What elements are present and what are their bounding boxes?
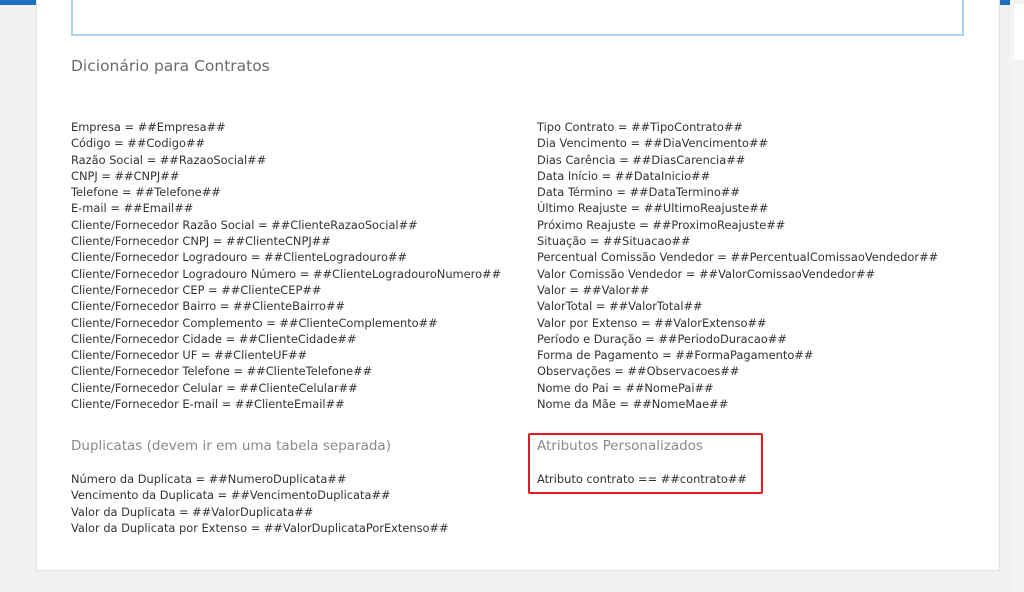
duplicata-field-item: Valor da Duplicata = ##ValorDuplicata## (71, 504, 314, 519)
field-item: Telefone = ##Telefone## (71, 185, 221, 200)
field-item: Cliente/Fornecedor Telefone = ##ClienteT… (71, 364, 373, 379)
field-item: E-mail = ##Email## (71, 201, 194, 216)
page-title: Dicionário para Contratos (71, 57, 270, 75)
field-item: Razão Social = ##RazaoSocial## (71, 152, 267, 167)
field-item: CNPJ = ##CNPJ## (71, 168, 180, 183)
field-item: Situação = ##Situacao## (537, 234, 691, 249)
field-item: Empresa = ##Empresa## (71, 120, 226, 134)
page-scrollbar-thumb[interactable] (1014, 4, 1024, 60)
field-item: Dias Carência = ##DiasCarencia## (537, 152, 746, 167)
duplicata-field-item: Valor da Duplicata por Extenso = ##Valor… (71, 520, 449, 535)
field-item: Cliente/Fornecedor CEP = ##ClienteCEP## (71, 282, 322, 297)
field-item: Dia Vencimento = ##DiaVencimento## (537, 136, 769, 151)
field-item: Valor = ##Valor## (537, 282, 650, 297)
field-item: Último Reajuste = ##UltimoReajuste## (537, 201, 769, 216)
field-item: Código = ##Codigo## (71, 136, 205, 151)
field-item: Valor por Extenso = ##ValorExtenso## (537, 315, 767, 330)
field-item: Período e Duração = ##PeriodoDuracao## (537, 331, 787, 346)
field-item: Forma de Pagamento = ##FormaPagamento## (537, 348, 814, 363)
field-item: Cliente/Fornecedor Logradouro = ##Client… (71, 250, 408, 265)
page-scrollbar-track[interactable] (1010, 0, 1024, 592)
atributos-heading: Atributos Personalizados (537, 438, 703, 454)
atributos-fields: Atributo contrato == ##contrato## (537, 471, 747, 487)
field-item: Nome da Mãe = ##NomeMae## (537, 397, 729, 412)
contract-fields-right: Tipo Contrato = ##TipoContrato## Dia Venc… (537, 119, 938, 412)
atributo-field-item: Atributo contrato == ##contrato## (537, 472, 747, 486)
field-item: Observações = ##Observacoes## (537, 364, 740, 379)
field-item: Cliente/Fornecedor UF = ##ClienteUF## (71, 348, 308, 363)
duplicata-field-item: Número da Duplicata = ##NumeroDuplicata#… (71, 472, 347, 486)
field-item: Valor Comissão Vendedor = ##ValorComissa… (537, 266, 876, 281)
field-item: Cliente/Fornecedor Cidade = ##ClienteCid… (71, 331, 357, 346)
duplicatas-fields: Número da Duplicata = ##NumeroDuplicata#… (71, 471, 449, 536)
previous-panel-bottom (71, 0, 964, 36)
field-item: Cliente/Fornecedor E-mail = ##ClienteEma… (71, 397, 345, 412)
field-item: Cliente/Fornecedor Logradouro Número = #… (71, 266, 502, 281)
contract-fields-left: Empresa = ##Empresa## Código = ##Codigo##… (71, 119, 501, 412)
field-item: ValorTotal = ##ValorTotal## (537, 299, 703, 314)
field-item: Cliente/Fornecedor Bairro = ##ClienteBai… (71, 299, 346, 314)
field-item: Cliente/Fornecedor Razão Social = ##Clie… (71, 217, 418, 232)
field-item: Próximo Reajuste = ##ProximoReajuste## (537, 217, 786, 232)
field-item: Nome do Pai = ##NomePai## (537, 380, 714, 395)
field-item: Cliente/Fornecedor CNPJ = ##ClienteCNPJ#… (71, 234, 331, 249)
field-item: Data Término = ##DataTermino## (537, 185, 740, 200)
field-item: Percentual Comissão Vendedor = ##Percent… (537, 250, 939, 265)
field-item: Cliente/Fornecedor Celular = ##ClienteCe… (71, 380, 358, 395)
duplicatas-heading: Duplicatas (devem ir em uma tabela separ… (71, 438, 391, 454)
duplicata-field-item: Vencimento da Duplicata = ##VencimentoDu… (71, 488, 391, 503)
field-item: Tipo Contrato = ##TipoContrato## (537, 120, 743, 134)
field-item: Data Início = ##DataInicio## (537, 168, 711, 183)
field-item: Cliente/Fornecedor Complemento = ##Clien… (71, 315, 438, 330)
